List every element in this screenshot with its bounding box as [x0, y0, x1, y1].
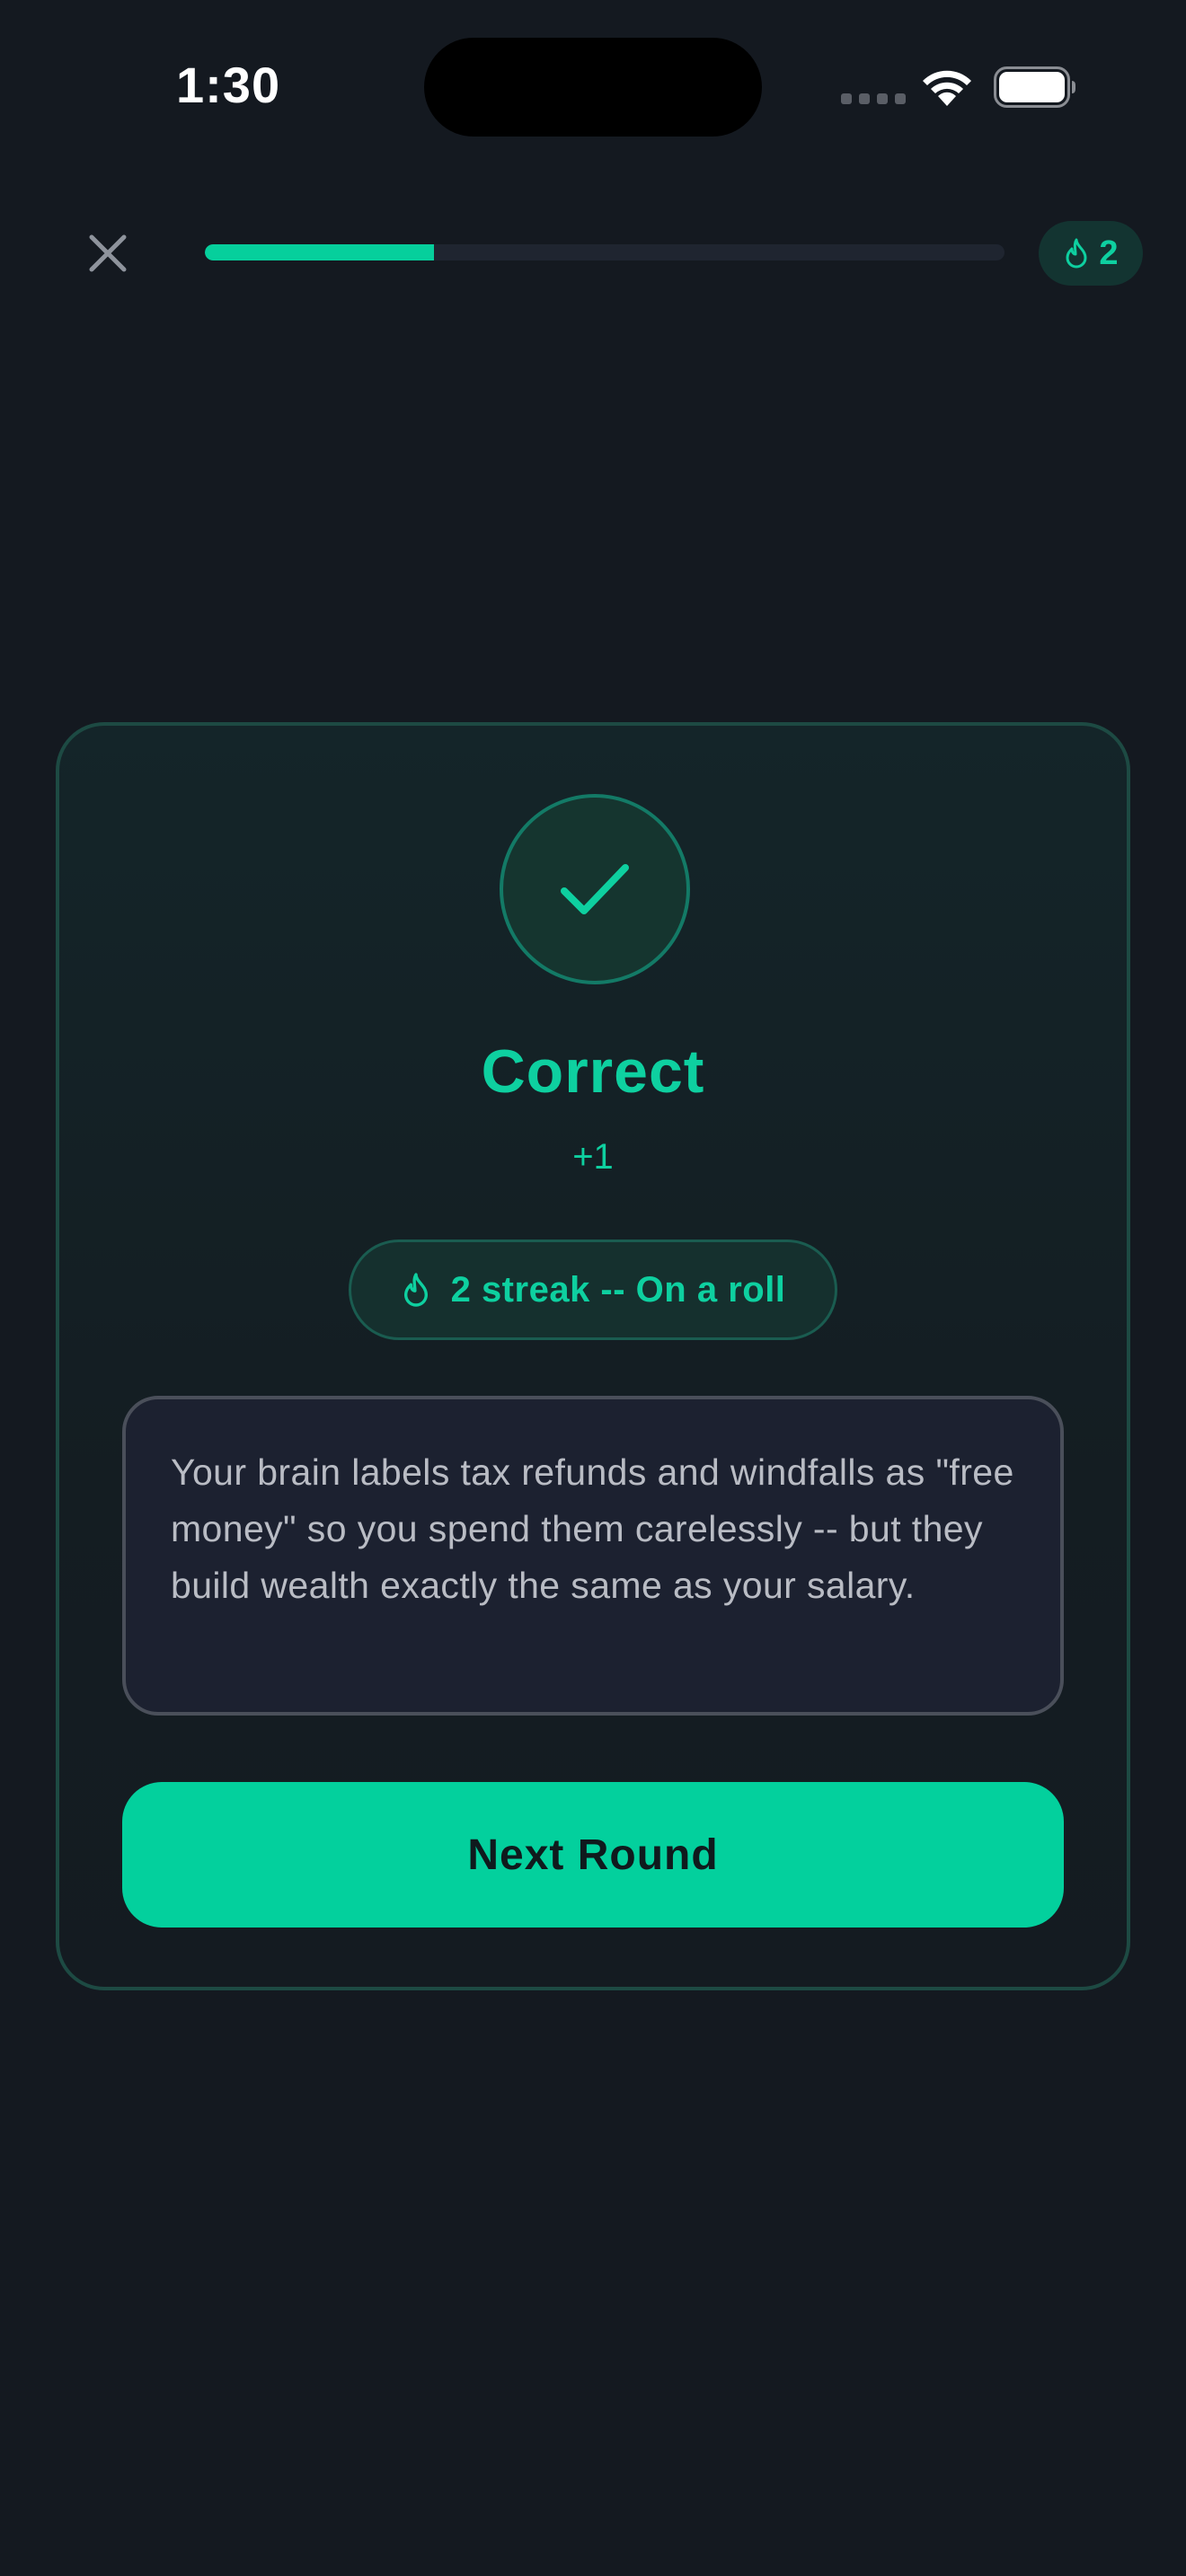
result-card: Correct +1 2 streak -- On a roll Your br… — [56, 722, 1130, 1990]
progress-bar — [205, 244, 1005, 260]
dynamic-island — [424, 38, 762, 137]
next-round-button[interactable]: Next Round — [122, 1782, 1064, 1928]
explanation-box: Your brain labels tax refunds and windfa… — [122, 1396, 1064, 1716]
checkmark-icon — [561, 864, 629, 914]
streak-badge: 2 streak -- On a roll — [349, 1239, 837, 1340]
streak-count: 2 — [1099, 234, 1119, 272]
status-time: 1:30 — [176, 57, 281, 113]
progress-fill — [205, 244, 434, 260]
explanation-text: Your brain labels tax refunds and windfa… — [171, 1451, 1014, 1606]
checkmark-badge — [500, 794, 690, 984]
streak-badge-label: 2 streak -- On a roll — [450, 1269, 786, 1310]
wifi-icon — [923, 70, 971, 106]
cellular-signal-icon — [841, 93, 906, 104]
result-title: Correct — [481, 1037, 705, 1106]
points-earned: +1 — [572, 1137, 614, 1177]
next-round-label: Next Round — [467, 1831, 719, 1879]
battery-icon — [994, 66, 1075, 108]
flame-icon — [403, 1273, 428, 1307]
streak-counter: 2 — [1039, 221, 1143, 286]
close-icon — [89, 234, 127, 272]
flame-icon — [1066, 238, 1087, 269]
close-button[interactable] — [81, 226, 135, 280]
